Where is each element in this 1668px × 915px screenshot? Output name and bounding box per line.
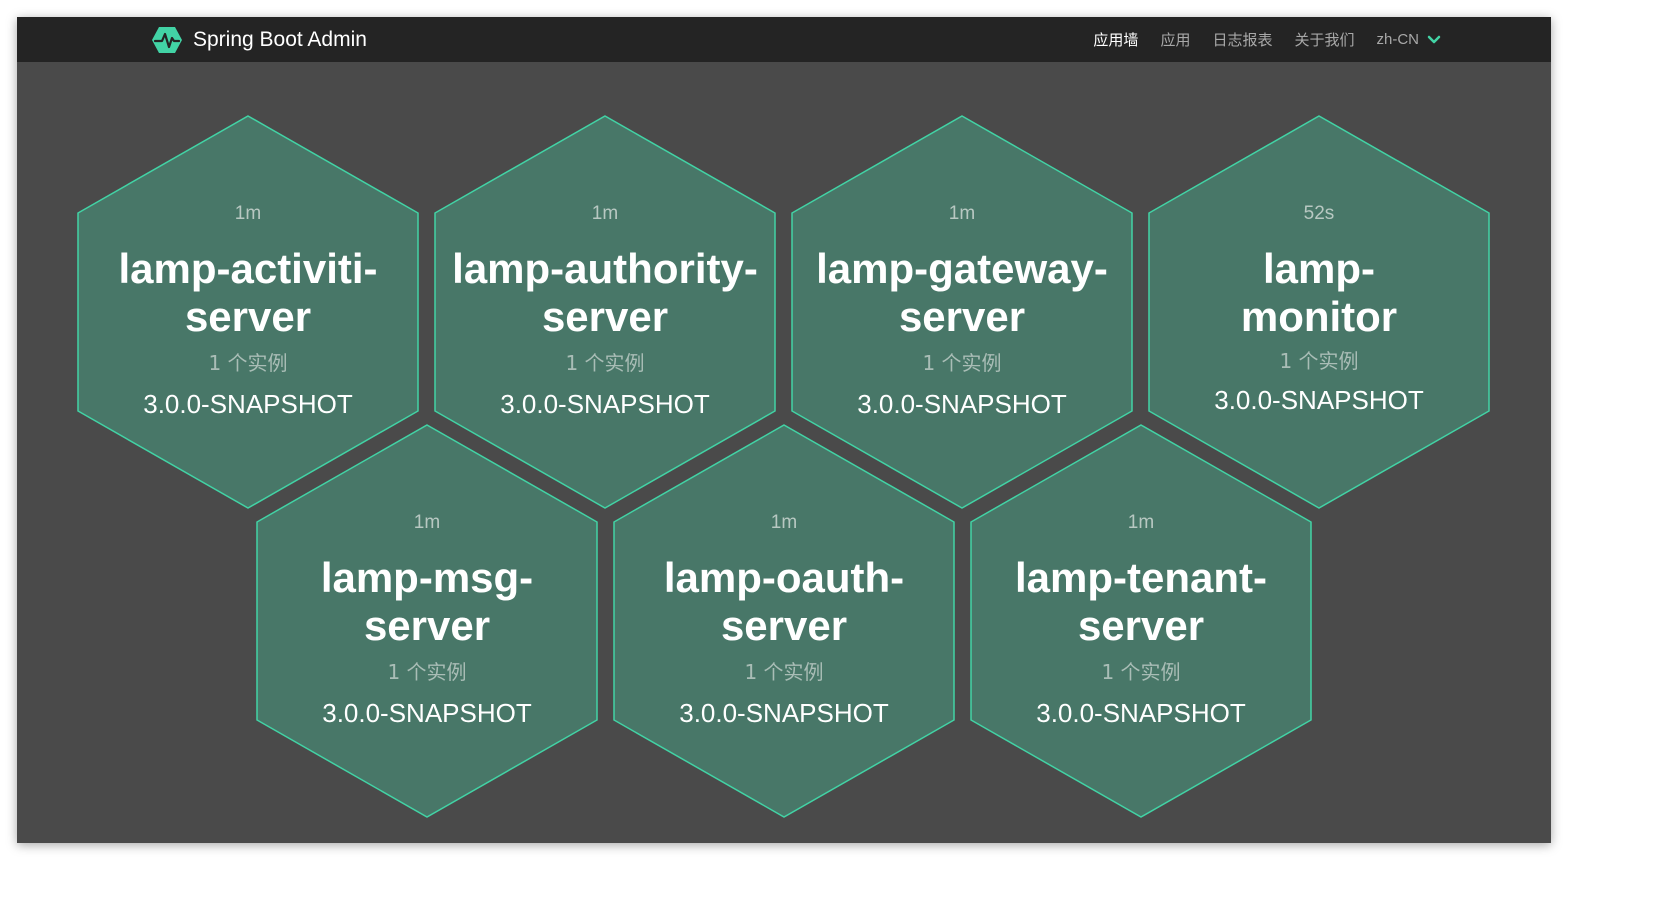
app-uptime: 1m	[234, 203, 262, 224]
app-name: lamp-tenant- server	[1015, 554, 1267, 649]
app-instance-count: 1 个实例	[922, 351, 1002, 375]
app-version: 3.0.0-SNAPSHOT	[1214, 385, 1424, 415]
app-version: 3.0.0-SNAPSHOT	[143, 389, 353, 419]
app-hexagon[interactable]: 1m lamp-msg- server 1 个实例 3.0.0-SNAPSHOT	[256, 424, 598, 818]
app-instance-count: 1 个实例	[744, 660, 824, 684]
app-name: lamp- monitor	[1240, 245, 1398, 340]
app-hexagon[interactable]: 1m lamp-tenant- server 1 个实例 3.0.0-SNAPS…	[970, 424, 1312, 818]
app-version: 3.0.0-SNAPSHOT	[857, 389, 1067, 419]
app-version: 3.0.0-SNAPSHOT	[500, 389, 710, 419]
app-instance-count: 1 个实例	[387, 660, 467, 684]
app-name: lamp-msg- server	[320, 554, 534, 649]
app-uptime: 52s	[1303, 203, 1335, 224]
app-instance-count: 1 个实例	[1279, 349, 1359, 373]
app-name: lamp-oauth- server	[663, 554, 905, 649]
app-name: lamp-activiti- server	[118, 245, 378, 340]
app-version: 3.0.0-SNAPSHOT	[679, 698, 889, 728]
app-version: 3.0.0-SNAPSHOT	[1036, 698, 1246, 728]
app-name: lamp-authority- server	[452, 245, 758, 340]
app-instance-count: 1 个实例	[208, 351, 288, 375]
app-version: 3.0.0-SNAPSHOT	[322, 698, 532, 728]
app-uptime: 1m	[413, 512, 441, 533]
app-window: Spring Boot Admin 应用墙 应用 日志报表 关于我们 zh-CN…	[17, 17, 1551, 843]
app-hexagon[interactable]: 1m lamp-oauth- server 1 个实例 3.0.0-SNAPSH…	[613, 424, 955, 818]
application-wall: 1m lamp-activiti- server 1 个实例 3.0.0-SNA…	[17, 17, 1551, 843]
app-instance-count: 1 个实例	[565, 351, 645, 375]
app-uptime: 1m	[591, 203, 619, 224]
app-name: lamp-gateway- server	[816, 245, 1108, 340]
app-uptime: 1m	[1127, 512, 1155, 533]
app-instance-count: 1 个实例	[1101, 660, 1181, 684]
app-uptime: 1m	[948, 203, 976, 224]
app-uptime: 1m	[770, 512, 798, 533]
